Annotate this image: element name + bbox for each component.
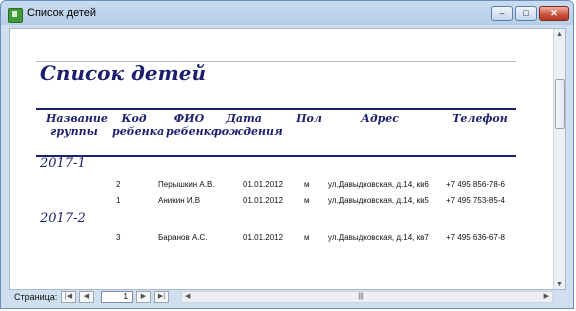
cell-code: 1 <box>116 196 121 205</box>
cell-address: ул.Давыдковская, д.14, кв7 <box>328 233 429 242</box>
cell-address: ул.Давыдковская, д.14, кв6 <box>328 180 429 189</box>
header-code: Код ребенка <box>112 112 165 138</box>
next-page-button[interactable]: ▶ <box>136 291 151 303</box>
maximize-button[interactable]: □ <box>515 6 537 21</box>
scroll-right-icon[interactable]: ▶ <box>544 292 549 302</box>
group-name: 2017-2 <box>40 211 86 226</box>
minimize-button[interactable]: – <box>491 6 513 21</box>
cell-fio: Перышкин А.В. <box>158 180 215 189</box>
cell-address: ул.Давыдковская, д.14, кв5 <box>328 196 429 205</box>
header-fio: ФИО ребенка <box>166 112 219 138</box>
report-window: Список детей – □ ✕ Список детей Название… <box>0 0 574 309</box>
header-bottom-line <box>36 155 516 157</box>
horizontal-scrollbar[interactable]: ◀ ||| ▶ <box>181 291 553 303</box>
scroll-left-icon[interactable]: ◀ <box>185 292 190 302</box>
header-group-line2: группы <box>50 125 98 138</box>
header-fio-line2: ребенка <box>166 125 219 138</box>
navigation-bar: Страница: |◀ ◀ 1 ▶ ▶| ◀ ||| ▶ <box>1 288 575 308</box>
header-fio-line1: ФИО <box>173 112 205 125</box>
report-preview-area[interactable]: Список детей Название группы Код ребенка… <box>9 28 566 290</box>
cell-phone: +7 495 856-78-6 <box>446 180 505 189</box>
close-button[interactable]: ✕ <box>539 6 569 21</box>
cell-code: 2 <box>116 180 121 189</box>
cell-fio: Аникин И.В <box>158 196 201 205</box>
cell-sex: м <box>304 233 310 242</box>
window-title: Список детей <box>27 7 97 19</box>
cell-date: 01.01.2012 <box>243 180 284 189</box>
cell-fio: Баранов А.С. <box>158 233 208 242</box>
prev-page-button[interactable]: ◀ <box>79 291 94 303</box>
header-top-line <box>36 108 516 110</box>
cell-sex: м <box>304 180 310 189</box>
header-phone: Телефон <box>452 112 508 125</box>
report-page: Список детей Название группы Код ребенка… <box>10 29 556 289</box>
report-title: Список детей <box>40 61 207 85</box>
horizontal-scroll-thumb[interactable]: ||| <box>352 293 370 300</box>
cell-date: 01.01.2012 <box>243 196 284 205</box>
title-bar[interactable]: Список детей – □ ✕ <box>1 1 573 27</box>
header-date-line2: рождения <box>214 125 283 138</box>
scroll-up-icon[interactable]: ▲ <box>555 30 564 40</box>
last-page-button[interactable]: ▶| <box>154 291 169 303</box>
cell-phone: +7 495 636-67-8 <box>446 233 505 242</box>
first-page-button[interactable]: |◀ <box>61 291 76 303</box>
cell-code: 3 <box>116 233 121 242</box>
header-sex: Пол <box>296 112 322 125</box>
page-label: Страница: <box>14 292 58 302</box>
header-group: Название группы <box>46 112 108 138</box>
header-group-line1: Название <box>46 112 108 125</box>
header-date-line1: Дата <box>226 112 262 125</box>
cell-sex: м <box>304 196 310 205</box>
group-name: 2017-1 <box>40 156 86 171</box>
vertical-scroll-thumb[interactable] <box>555 79 565 129</box>
access-report-icon <box>8 8 23 23</box>
header-code-line1: Код <box>121 112 147 125</box>
header-address: Адрес <box>361 112 399 125</box>
header-date: Дата рождения <box>214 112 283 138</box>
cell-date: 01.01.2012 <box>243 233 284 242</box>
vertical-scrollbar[interactable]: ▲ ▼ <box>553 29 565 289</box>
header-code-line2: ребенка <box>112 125 165 138</box>
page-number-input[interactable]: 1 <box>101 291 133 303</box>
cell-phone: +7 495 753-85-4 <box>446 196 505 205</box>
